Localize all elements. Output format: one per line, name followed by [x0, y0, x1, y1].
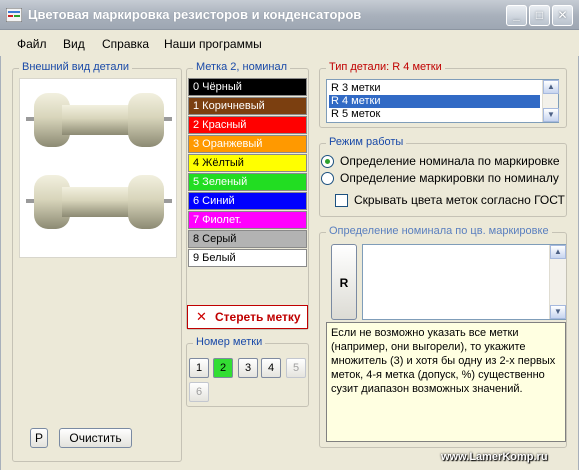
color-option[interactable]: 4 Жёлтый — [188, 154, 307, 172]
color-option[interactable]: 1 Коричневый — [188, 97, 307, 115]
scroll-down-icon[interactable]: ▼ — [543, 108, 559, 122]
scroll-down-icon[interactable]: ▼ — [550, 305, 566, 319]
window-client: Внешний вид детали Р Очистить Метка 2, н… — [0, 56, 579, 470]
close-button[interactable]: ✕ — [552, 5, 573, 26]
part-view-label: Внешний вид детали — [19, 61, 133, 73]
color-option[interactable]: 5 Зеленый — [188, 173, 307, 191]
minimize-button[interactable]: _ — [506, 5, 527, 26]
band-number-button[interactable]: 4 — [261, 358, 281, 378]
radio-icon[interactable] — [321, 171, 334, 185]
window-title: Цветовая маркировка резисторов и конденс… — [28, 7, 362, 22]
info-hint: Если не возможно указать все метки (напр… — [326, 322, 566, 442]
close-icon: ✕ — [196, 309, 207, 324]
mode-radio-by-nominal[interactable]: Определение маркировки по номиналу — [321, 170, 559, 186]
list-item[interactable]: R 3 метки — [329, 82, 540, 95]
scroll-up-icon[interactable]: ▲ — [550, 245, 566, 259]
color-option[interactable]: 2 Красный — [188, 116, 307, 134]
menu-our-programs[interactable]: Наши программы — [164, 37, 262, 51]
scroll-track[interactable] — [550, 259, 566, 305]
mode-label: Режим работы — [326, 136, 407, 148]
resistor-image — [26, 175, 172, 229]
clear-all-button[interactable]: Очистить — [59, 428, 132, 448]
band-number-label: Номер метки — [193, 336, 266, 348]
mode-radio-by-marking[interactable]: Определение номинала по маркировке — [321, 153, 560, 169]
mode-option-1: Определение номинала по маркировке — [340, 154, 560, 168]
app-icon — [6, 8, 22, 22]
checkbox-icon[interactable] — [335, 193, 348, 207]
title-bar: Цветовая маркировка резисторов и конденс… — [0, 0, 579, 30]
color-option[interactable]: 9 Белый — [188, 249, 307, 267]
erase-band-label: Стереть метку — [215, 310, 301, 324]
color-option[interactable]: 0 Чёрный — [188, 78, 307, 96]
close-icon: ✕ — [557, 8, 568, 22]
result-scrollbar[interactable]: ▲ ▼ — [549, 245, 566, 319]
color-option[interactable]: 3 Оранжевый — [188, 135, 307, 153]
color-option[interactable]: 6 Синий — [188, 192, 307, 210]
nominal-result-field[interactable]: ▲ ▼ — [362, 244, 566, 320]
maximize-button[interactable]: □ — [529, 5, 550, 26]
band-number-button[interactable]: 3 — [238, 358, 258, 378]
nominal-label: Определение номинала по цв. маркировке — [326, 225, 552, 237]
radio-selected-icon[interactable] — [321, 154, 334, 168]
band-number-button[interactable]: 1 — [189, 358, 209, 378]
hide-gost-label: Скрывать цвета меток согласно ГОСТ — [354, 193, 565, 207]
maximize-icon: □ — [535, 8, 544, 22]
color-option[interactable]: 8 Серый — [188, 230, 307, 248]
part-type-listbox[interactable]: R 3 метки R 4 метки R 5 меток ▲ ▼ — [326, 79, 559, 123]
menu-help[interactable]: Справка — [102, 37, 149, 51]
color-option[interactable]: 7 Фиолет. — [188, 211, 307, 229]
band-color-label: Метка 2, номинал — [193, 61, 291, 73]
band-number-button[interactable]: 6 — [189, 382, 209, 402]
band-number-button[interactable]: 2 — [213, 358, 233, 378]
listbox-scrollbar[interactable]: ▲ ▼ — [542, 80, 559, 122]
scroll-up-icon[interactable]: ▲ — [543, 80, 559, 94]
erase-band-button[interactable]: ✕ Стереть метку — [187, 305, 308, 329]
minimize-icon: _ — [513, 8, 520, 22]
p-button[interactable]: Р — [30, 428, 48, 448]
r-button[interactable]: R — [331, 244, 357, 320]
hide-gost-checkbox[interactable]: Скрывать цвета меток согласно ГОСТ — [335, 192, 565, 208]
resistor-image — [26, 93, 172, 147]
list-item[interactable]: R 4 метки — [329, 95, 540, 108]
menu-bar: Файл Вид Справка Наши программы — [0, 30, 579, 56]
part-type-label: Тип детали: R 4 метки — [326, 61, 445, 73]
menu-view[interactable]: Вид — [63, 37, 85, 51]
band-number-button[interactable]: 5 — [286, 358, 306, 378]
menu-file[interactable]: Файл — [17, 37, 47, 51]
watermark: www.LamerKomp.ru — [441, 451, 548, 463]
list-item[interactable]: R 5 меток — [329, 108, 540, 121]
mode-option-2: Определение маркировки по номиналу — [340, 171, 559, 185]
part-preview — [19, 78, 177, 258]
